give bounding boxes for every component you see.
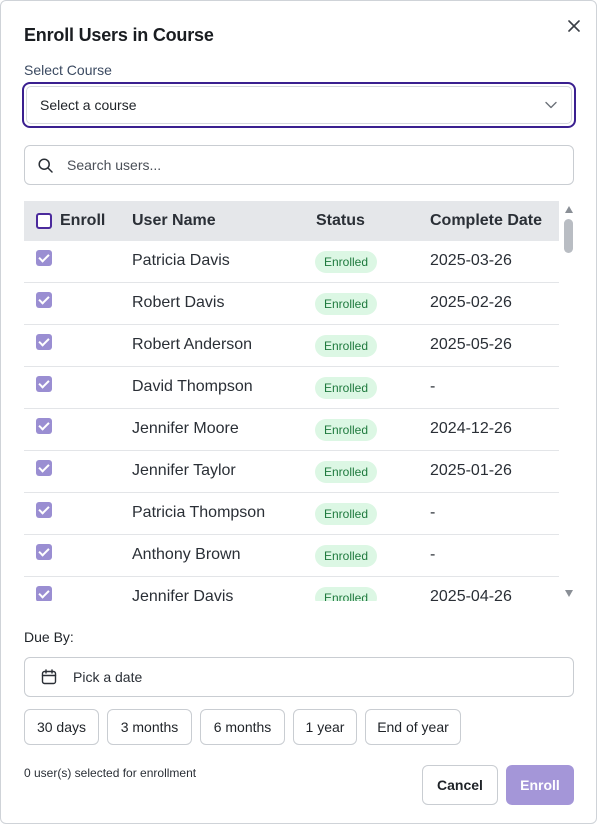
search-icon	[38, 157, 53, 173]
status-badge: Enrolled	[315, 251, 378, 273]
complete-date: 2025-02-26	[430, 294, 512, 311]
enroll-button[interactable]: Enroll	[506, 765, 574, 805]
complete-date: 2025-05-26	[430, 336, 512, 353]
row-checkbox[interactable]	[36, 544, 52, 560]
date-picker-placeholder: Pick a date	[73, 669, 143, 685]
status-badge: Enrolled	[315, 461, 378, 483]
preset-end-of-year-button[interactable]: End of year	[365, 709, 461, 745]
table-row[interactable]: Patricia Thompson Enrolled -	[24, 493, 559, 535]
row-checkbox[interactable]	[36, 334, 52, 350]
row-checkbox[interactable]	[36, 292, 52, 308]
course-select[interactable]: Select a course	[22, 82, 576, 128]
preset-1-year-button[interactable]: 1 year	[293, 709, 357, 745]
cancel-button[interactable]: Cancel	[422, 765, 498, 805]
row-checkbox[interactable]	[36, 502, 52, 518]
status-badge: Enrolled	[315, 377, 378, 399]
status-badge: Enrolled	[315, 335, 378, 357]
preset-30-days-button[interactable]: 30 days	[24, 709, 99, 745]
user-name: Robert Anderson	[132, 336, 253, 353]
table-row[interactable]: Jennifer Taylor Enrolled 2025-01-26	[24, 451, 559, 493]
search-input[interactable]	[67, 157, 547, 173]
user-name: Patricia Davis	[132, 252, 230, 269]
table-header: Enroll User Name Status Complete Date	[24, 201, 559, 241]
user-name: Robert Davis	[132, 294, 225, 311]
status-badge: Enrolled	[315, 587, 378, 601]
status-badge: Enrolled	[315, 503, 378, 525]
dialog-title: Enroll Users in Course	[24, 25, 214, 45]
header-status[interactable]: Status	[316, 212, 365, 230]
preset-3-months-button[interactable]: 3 months	[107, 709, 192, 745]
user-name: Patricia Thompson	[132, 504, 266, 521]
scroll-up-arrow-icon[interactable]	[565, 206, 573, 213]
user-name: Jennifer Moore	[132, 420, 239, 437]
table-row[interactable]: Patricia Davis Enrolled 2025-03-26	[24, 241, 559, 283]
users-table: Enroll User Name Status Complete Date Pa…	[24, 201, 576, 601]
close-icon	[568, 20, 580, 32]
user-name: Anthony Brown	[132, 546, 241, 563]
select-course-label: Select Course	[24, 62, 112, 78]
chevron-down-icon	[545, 101, 557, 109]
complete-date: 2025-03-26	[430, 252, 512, 269]
table-row[interactable]: Jennifer Moore Enrolled 2024-12-26	[24, 409, 559, 451]
search-box[interactable]	[24, 145, 574, 185]
course-select-field[interactable]: Select a course	[26, 86, 572, 124]
scrollbar-thumb[interactable]	[564, 219, 573, 253]
status-badge: Enrolled	[315, 419, 378, 441]
status-badge: Enrolled	[315, 293, 378, 315]
table-row[interactable]: Jennifer Davis Enrolled 2025-04-26	[24, 577, 559, 601]
complete-date: 2025-01-26	[430, 462, 512, 479]
table-row[interactable]: Anthony Brown Enrolled -	[24, 535, 559, 577]
due-date-picker[interactable]: Pick a date	[24, 657, 574, 697]
enroll-dialog: Enroll Users in Course Select Course Sel…	[0, 0, 597, 824]
user-name: Jennifer Davis	[132, 588, 234, 601]
header-user-name[interactable]: User Name	[132, 212, 216, 230]
selected-count-text: 0 user(s) selected for enrollment	[24, 766, 197, 780]
table-row[interactable]: Robert Anderson Enrolled 2025-05-26	[24, 325, 559, 367]
complete-date: 2024-12-26	[430, 420, 512, 437]
row-checkbox[interactable]	[36, 460, 52, 476]
user-name: David Thompson	[132, 378, 253, 395]
row-checkbox[interactable]	[36, 586, 52, 601]
complete-date: 2025-04-26	[430, 588, 512, 601]
preset-6-months-button[interactable]: 6 months	[200, 709, 285, 745]
calendar-icon	[41, 669, 57, 685]
select-all-checkbox[interactable]	[36, 213, 52, 229]
due-by-label: Due By:	[24, 629, 74, 645]
complete-date: -	[430, 504, 436, 521]
table-row[interactable]: Robert Davis Enrolled 2025-02-26	[24, 283, 559, 325]
course-select-value: Select a course	[40, 97, 137, 113]
complete-date: -	[430, 378, 436, 395]
scroll-down-arrow-icon[interactable]	[565, 590, 573, 597]
header-enroll: Enroll	[60, 212, 106, 229]
complete-date: -	[430, 546, 436, 563]
row-checkbox[interactable]	[36, 250, 52, 266]
user-name: Jennifer Taylor	[132, 462, 236, 479]
table-row[interactable]: David Thompson Enrolled -	[24, 367, 559, 409]
header-complete-date[interactable]: Complete Date	[430, 212, 542, 230]
row-checkbox[interactable]	[36, 376, 52, 392]
table-scrollbar[interactable]	[562, 201, 576, 601]
row-checkbox[interactable]	[36, 418, 52, 434]
close-button[interactable]	[563, 15, 585, 37]
status-badge: Enrolled	[315, 545, 378, 567]
